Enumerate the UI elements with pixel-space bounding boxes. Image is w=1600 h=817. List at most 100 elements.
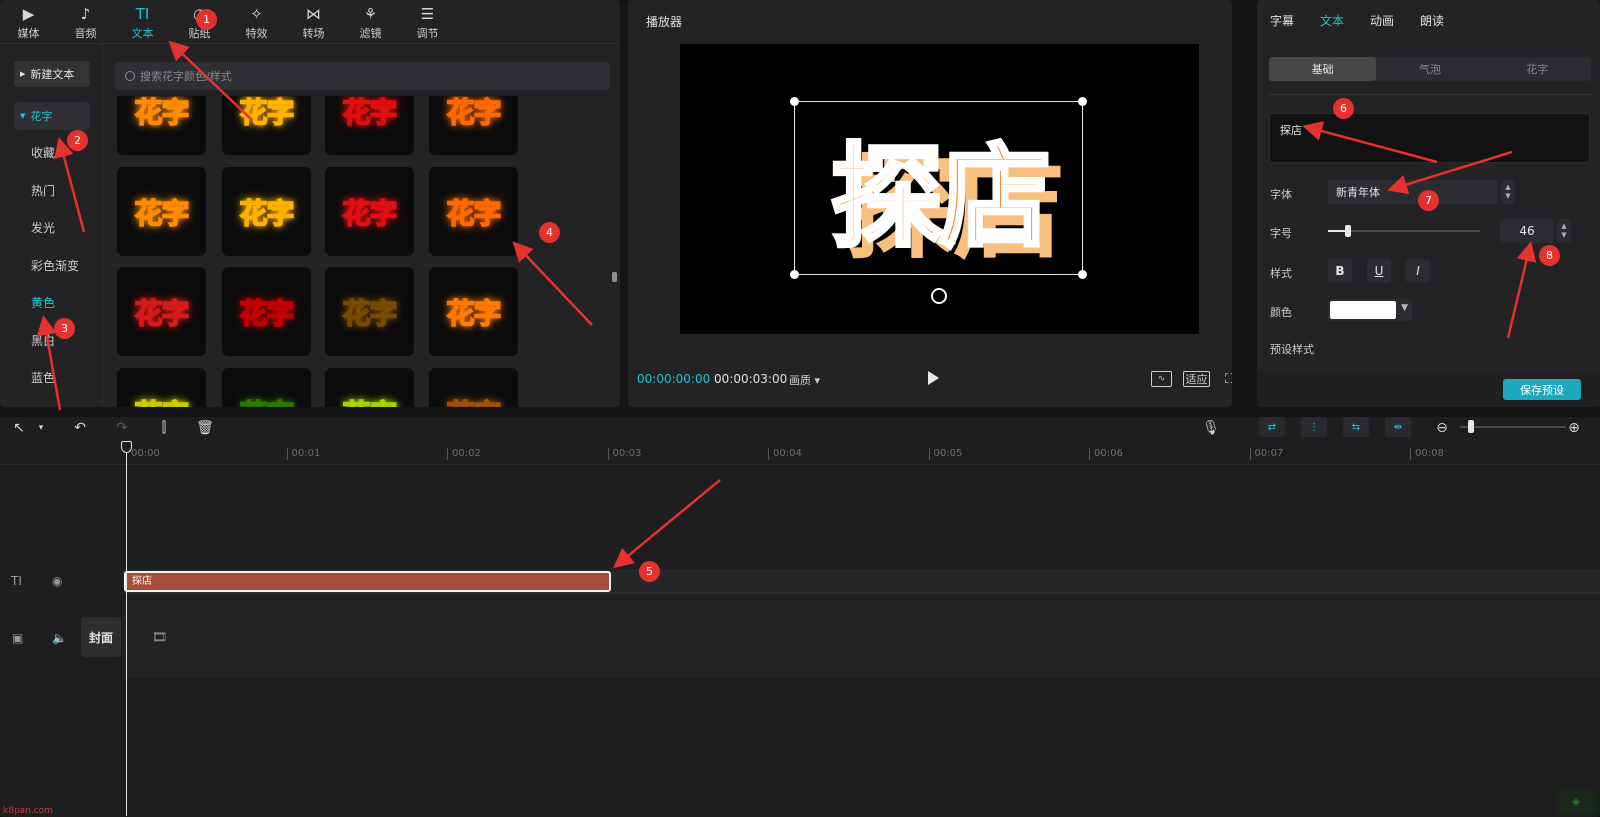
tab-media[interactable]: ▶ 媒体 (0, 0, 57, 44)
timeline-panel: ↖ ▾ ↶ ↷ ⫿ 🗑 🎙 ⇄ ⋮ ⇆ ⇹ ⊖ ⊕ 00:00 00:01 00:0… (0, 417, 1600, 817)
adjust-icon: ☰ (420, 4, 435, 23)
playhead[interactable] (126, 444, 127, 816)
zoom-slider-thumb[interactable] (1468, 420, 1474, 433)
tab-transition[interactable]: ⋈ 转场 (285, 0, 342, 44)
fancy-text-tile[interactable]: 花字 (325, 267, 414, 356)
size-slider-thumb[interactable] (1344, 225, 1351, 237)
segment-0[interactable]: 基础 (1269, 57, 1377, 81)
delete-icon[interactable]: 🗑 (196, 419, 214, 437)
zoom-slider[interactable] (1460, 426, 1566, 428)
tab-audio[interactable]: ♪ 音频 (57, 0, 114, 44)
fancy-text-tile[interactable]: 花字⤓ (429, 368, 518, 407)
color-picker[interactable]: ▼ (1328, 299, 1412, 321)
prop-tab-2[interactable]: 动画 (1370, 12, 1394, 29)
resize-handle-bottom-right[interactable] (1078, 270, 1087, 279)
fancy-text-tile[interactable]: 花字 (325, 96, 414, 155)
font-stepper-icon[interactable]: ▲ ▼ (1501, 180, 1515, 204)
fancy-text-tile[interactable]: 花字⤓ (222, 368, 311, 407)
quality-dropdown[interactable]: 画质 ▾ (789, 372, 820, 388)
size-slider[interactable] (1328, 225, 1480, 237)
fancy-text-tile[interactable]: 花字 (325, 167, 414, 256)
sidebar-item-2[interactable]: 发光 (31, 219, 79, 257)
prop-tab-3[interactable]: 朗读 (1420, 12, 1444, 29)
text-selection-box[interactable]: 探店 (790, 97, 1087, 279)
auto-snap-icon[interactable]: ⋮ (1301, 417, 1327, 437)
fancy-text-tile[interactable]: 花字 (117, 267, 206, 356)
zoom-out-icon[interactable]: ⊖ (1434, 419, 1450, 437)
text-clip[interactable]: 探店 (124, 571, 611, 592)
fancy-text-tile[interactable]: 花字⤓☆ (325, 368, 414, 407)
tab-text[interactable]: TI 文本 (114, 0, 171, 44)
resize-handle-top-right[interactable] (1078, 97, 1087, 106)
ruler-tick-label: 00:08 (1410, 448, 1444, 460)
prop-tab-1[interactable]: 文本 (1320, 12, 1344, 29)
fancy-text-tile[interactable]: 花字 (222, 167, 311, 256)
underline-button[interactable]: U (1367, 259, 1391, 283)
fancy-text-tile[interactable]: 花字 (429, 167, 518, 256)
microphone-icon[interactable]: 🎙 (1202, 419, 1220, 437)
sidebar-item-5[interactable]: 黑白 (31, 332, 79, 370)
align-center-icon[interactable]: ⇹ (1385, 417, 1411, 437)
tile-label: 花字 (134, 96, 191, 129)
tab-filter[interactable]: ⚘ 滤镜 (342, 0, 399, 44)
scrollbar-thumb[interactable] (612, 272, 617, 282)
fancy-text-tile[interactable]: 花字 (117, 368, 206, 407)
bold-button[interactable]: B (1328, 259, 1352, 283)
fit-ratio-button[interactable]: 适应 (1183, 371, 1210, 387)
total-time: 00:00:03:00 (714, 372, 788, 386)
waveform-icon[interactable]: ∿ (1151, 371, 1172, 387)
segment-2[interactable]: 花字 (1484, 57, 1591, 81)
tile-label: 花字 (342, 296, 399, 331)
sidebar-item-3[interactable]: 彩色渐变 (31, 257, 79, 295)
preview-axis-icon[interactable]: ⇆ (1343, 417, 1369, 437)
fancy-text-group[interactable]: ▼ 花字 (14, 102, 90, 130)
size-stepper-icon[interactable]: ▲ ▼ (1557, 219, 1571, 243)
eye-icon[interactable]: ◉ (52, 574, 62, 588)
time-ruler[interactable]: 00:00 00:01 00:02 00:03 00:04 00:05 00:06 00:07… (0, 443, 1600, 465)
ruler-tick-label: 00:05 (928, 448, 962, 460)
font-select[interactable]: 新青年体 (1328, 180, 1498, 204)
divider (1269, 94, 1591, 95)
zoom-in-icon[interactable]: ⊕ (1566, 419, 1582, 437)
resize-handle-bottom-left[interactable] (790, 270, 799, 279)
link-clips-icon[interactable]: ⇄ (1259, 417, 1285, 437)
search-input[interactable]: 搜索花字颜色/样式 (115, 62, 610, 90)
sidebar-item-1[interactable]: 热门 (31, 182, 79, 220)
fancy-text-tile[interactable]: 花字 (117, 167, 206, 256)
split-icon[interactable]: ⫿ (156, 419, 172, 437)
italic-button[interactable]: I (1406, 259, 1430, 283)
style-label: 样式 (1270, 267, 1292, 280)
preview-overlay-text: 探店 (829, 131, 1053, 265)
sidebar-item-6[interactable]: 蓝色 (31, 369, 79, 407)
save-preset-button[interactable]: 保存预设 (1503, 379, 1581, 400)
new-text-button[interactable]: ▶ 新建文本 (14, 61, 90, 87)
tab-effects[interactable]: ✧ 特效 (228, 0, 285, 44)
fancy-text-tile[interactable]: 花字 (429, 96, 518, 155)
transition-icon: ⋈ (306, 4, 321, 23)
fullscreen-icon[interactable]: ⛶ (1225, 371, 1232, 387)
tab-adjust[interactable]: ☰ 调节 (399, 0, 456, 44)
play-button[interactable] (928, 371, 939, 385)
properties-tabs: 字幕 文本 动画 朗读 (1270, 12, 1470, 29)
chevron-down-icon[interactable]: ▾ (36, 419, 46, 437)
size-input[interactable]: 46 (1500, 219, 1554, 243)
rotate-handle-icon[interactable] (931, 288, 947, 304)
resize-handle-top-left[interactable] (790, 97, 799, 106)
text-content-field[interactable]: 探店 (1269, 113, 1590, 163)
select-cursor-icon[interactable]: ↖ (12, 419, 26, 437)
fancy-text-tile[interactable]: 花字 (222, 267, 311, 356)
segment-1[interactable]: 气泡 (1376, 57, 1483, 81)
fancy-text-tile[interactable]: 花字 (429, 267, 518, 356)
undo-icon[interactable]: ↶ (72, 419, 88, 437)
search-icon (125, 71, 135, 81)
prop-tab-0[interactable]: 字幕 (1270, 12, 1294, 29)
video-track-icon: ▣ (12, 631, 24, 645)
redo-icon[interactable]: ↷ (114, 419, 130, 437)
preview-canvas[interactable]: 探店 (680, 44, 1199, 334)
fancy-text-tile[interactable]: 花字 (117, 96, 206, 155)
tab-label: 滤镜 (359, 26, 382, 40)
playhead-handle[interactable] (121, 441, 132, 453)
fancy-text-tile[interactable]: 花字 (222, 96, 311, 155)
speaker-icon[interactable]: 🔈 (52, 631, 67, 645)
cover-button[interactable]: 封面 (81, 617, 121, 657)
